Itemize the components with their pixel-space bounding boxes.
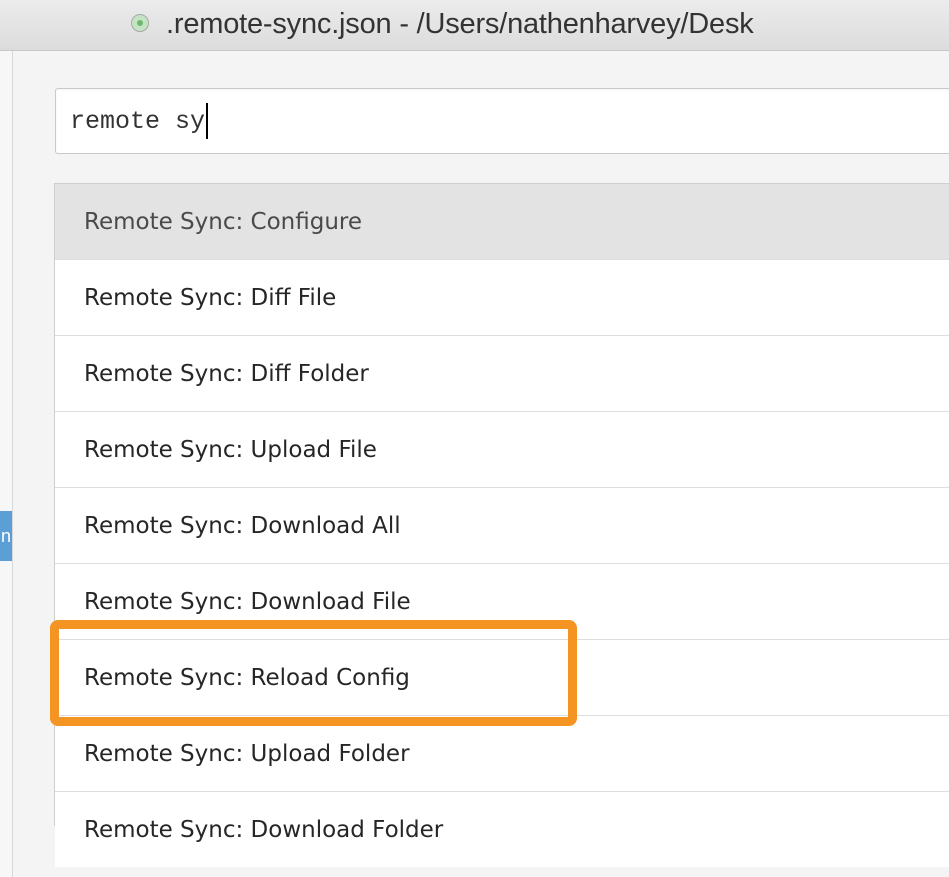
command-item-configure[interactable]: Remote Sync: Configure: [55, 184, 949, 260]
search-query: remote sy: [70, 106, 206, 136]
command-label: Remote Sync: Download Folder: [84, 816, 444, 843]
command-item-diff-folder[interactable]: Remote Sync: Diff Folder: [55, 336, 949, 412]
left-panel-edge: n: [0, 51, 13, 877]
command-item-download-folder[interactable]: Remote Sync: Download Folder: [55, 792, 949, 867]
text-caret: [206, 103, 209, 139]
command-label: Remote Sync: Download All: [84, 512, 401, 539]
command-label: Remote Sync: Upload File: [84, 436, 377, 463]
window-title: .remote-sync.json - /Users/nathenharvey/…: [166, 8, 754, 40]
command-item-upload-folder[interactable]: Remote Sync: Upload Folder: [55, 716, 949, 792]
file-status-icon: [131, 14, 149, 32]
command-label: Remote Sync: Configure: [84, 208, 363, 235]
command-label: Remote Sync: Diff File: [84, 284, 337, 311]
left-panel-tab[interactable]: n: [0, 511, 12, 561]
command-item-reload-config[interactable]: Remote Sync: Reload Config: [55, 640, 949, 716]
command-item-download-file[interactable]: Remote Sync: Download File: [55, 564, 949, 640]
command-label: Remote Sync: Reload Config: [84, 664, 410, 691]
command-item-download-all[interactable]: Remote Sync: Download All: [55, 488, 949, 564]
window-titlebar: .remote-sync.json - /Users/nathenharvey/…: [0, 0, 949, 51]
command-item-upload-file[interactable]: Remote Sync: Upload File: [55, 412, 949, 488]
command-list: Remote Sync: Configure Remote Sync: Diff…: [54, 183, 949, 867]
command-item-diff-file[interactable]: Remote Sync: Diff File: [55, 260, 949, 336]
command-label: Remote Sync: Upload Folder: [84, 740, 410, 767]
command-label: Remote Sync: Diff Folder: [84, 360, 369, 387]
command-palette: remote sy Remote Sync: Configure Remote …: [13, 51, 949, 877]
command-search-input[interactable]: remote sy: [55, 88, 949, 154]
command-label: Remote Sync: Download File: [84, 588, 411, 615]
